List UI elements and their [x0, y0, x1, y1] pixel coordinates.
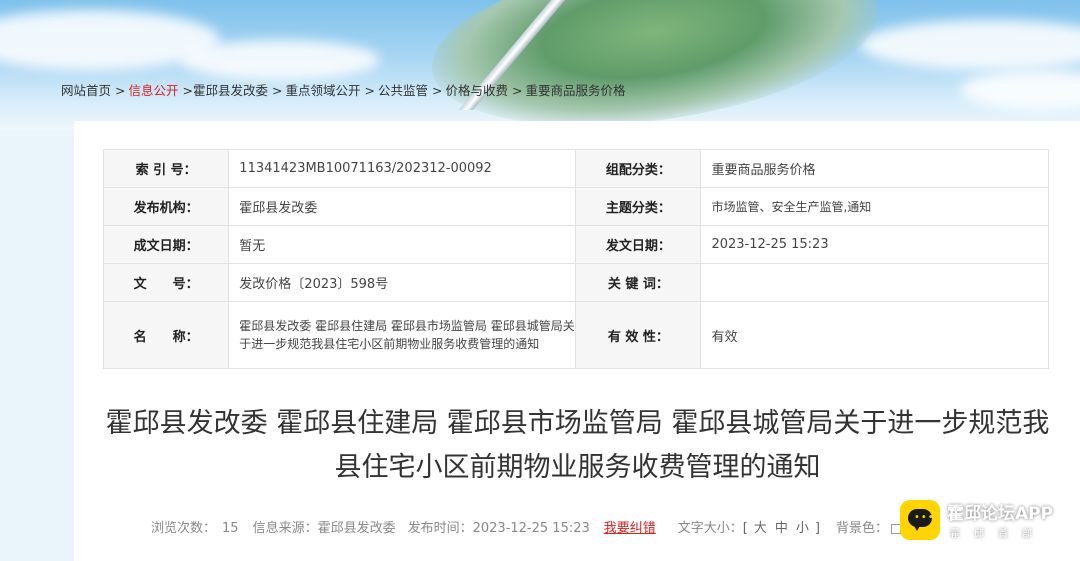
header-banner [0, 0, 1080, 130]
breadcrumb-separator: > [512, 83, 523, 98]
meta-row: 成文日期： 暂无 发文日期： 2023-12-25 15:23 [102, 225, 1049, 264]
breadcrumb: 网站首页 > 信息公开 >霍邱县发改委 > 重点领域公开 > 公共监管 > 价格与收费 > 重要商品服… [61, 80, 626, 99]
created-date-value: 暂无 [228, 225, 577, 264]
publish-time-value: 2023-12-25 15:23 [472, 521, 590, 536]
meta-row: 名 称： 霍邱县发改委 霍邱县住建局 霍邱县市场监管局 霍邱县城管局关于进一步规… [102, 301, 1049, 369]
app-watermark-badge: ••• 霍邱论坛APP 霍邱首部 [900, 497, 1080, 555]
source-value: 霍邱县发改委 [317, 521, 396, 536]
meta-row: 文 号： 发改价格〔2023〕598号 关 键 词： [102, 263, 1049, 302]
org-value: 霍邱县发改委 [228, 187, 577, 226]
font-size-label: 文字大小： [677, 521, 743, 536]
font-size-small-button[interactable]: 小 [796, 517, 809, 536]
meta-row: 发布机构： 霍邱县发改委 主题分类： 市场监管、安全生产监管,通知 [102, 187, 1049, 226]
views-label: 浏览次数： [151, 521, 217, 536]
index-label: 索 引 号： [102, 149, 230, 188]
breadcrumb-home[interactable]: 网站首页 [61, 80, 111, 99]
docno-label: 文 号： [102, 263, 230, 302]
topic-value: 市场监管、安全生产监管,通知 [700, 187, 1049, 226]
validity-label: 有 效 性： [575, 301, 702, 369]
source-label: 信息来源： [252, 521, 318, 536]
breadcrumb-separator: > [432, 83, 443, 98]
index-value: 11341423MB10071163/202312-00092 [228, 149, 577, 188]
topic-label: 主题分类： [575, 187, 702, 226]
published-date-value: 2023-12-25 15:23 [700, 225, 1049, 264]
font-size-bracket-close: ] [814, 521, 820, 536]
breadcrumb-info-public[interactable]: 信息公开 [129, 80, 179, 99]
font-size-bracket-open: [ [742, 521, 748, 536]
breadcrumb-price-fees[interactable]: 价格与收费 [446, 80, 509, 99]
breadcrumb-current[interactable]: 重要商品服务价格 [526, 80, 626, 99]
article-title: 霍邱县发改委 霍邱县住建局 霍邱县市场监管局 霍邱县城管局关于进一步规范我县住宅… [105, 408, 1050, 483]
background-color-label: 背景色： [836, 521, 889, 536]
meta-row: 索 引 号： 11341423MB10071163/202312-00092 组… [102, 149, 1049, 188]
chat-bubble-logo-icon: ••• [900, 500, 940, 540]
breadcrumb-dept[interactable]: 霍邱县发改委 [193, 80, 268, 99]
name-value: 霍邱县发改委 霍邱县住建局 霍邱县市场监管局 霍邱县城管局关于进一步规范我县住宅… [228, 301, 577, 369]
breadcrumb-separator: > [364, 83, 375, 98]
document-metadata-table: 索 引 号： 11341423MB10071163/202312-00092 组… [102, 149, 1049, 369]
breadcrumb-separator: > [115, 83, 126, 98]
created-date-label: 成文日期： [102, 225, 230, 264]
name-label: 名 称： [102, 301, 230, 369]
category-value: 重要商品服务价格 [700, 149, 1049, 188]
font-size-medium-button[interactable]: 中 [775, 517, 788, 536]
report-error-link[interactable]: 我要纠错 [604, 517, 656, 536]
publish-time-label: 发布时间： [407, 521, 473, 536]
font-size-large-button[interactable]: 大 [754, 517, 767, 536]
keywords-label: 关 键 词： [575, 263, 702, 302]
breadcrumb-separator: > [272, 83, 283, 98]
views-value: 15 [222, 521, 239, 536]
org-label: 发布机构： [102, 187, 230, 226]
keywords-value [700, 263, 1049, 302]
category-label: 组配分类： [575, 149, 702, 188]
banner-island-image [421, 0, 889, 130]
breadcrumb-key-areas[interactable]: 重点领域公开 [286, 80, 361, 99]
breadcrumb-separator: > [182, 83, 193, 98]
validity-value: 有效 [700, 301, 1049, 369]
app-name: 霍邱论坛APP [947, 504, 1054, 524]
published-date-label: 发文日期： [575, 225, 702, 264]
docno-value: 发改价格〔2023〕598号 [228, 263, 577, 302]
app-subtitle: 霍邱首部 [950, 529, 1046, 540]
breadcrumb-public-supervision[interactable]: 公共监管 [378, 80, 428, 99]
article-info-bar: 浏览次数： 15 信息来源：霍邱县发改委 发布时间：2023-12-25 15:23 我… [151, 517, 902, 536]
